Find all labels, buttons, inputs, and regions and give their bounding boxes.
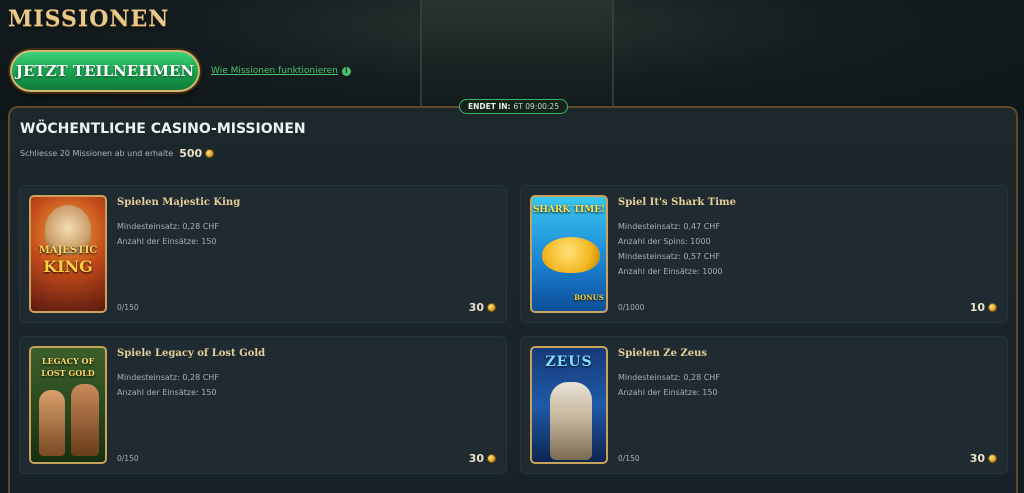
game-thumbnail-shark-time[interactable]: SHARK TIME! BONUS — [530, 195, 608, 313]
mission-progress: 0/150 — [117, 454, 139, 463]
mission-reward-value: 30 — [468, 301, 484, 314]
mission-reward-value: 30 — [468, 452, 484, 465]
coin-icon — [205, 149, 215, 158]
coin-icon — [988, 454, 997, 463]
thumb-title-line2: BONUS — [574, 293, 604, 302]
mission-card-majestic-king[interactable]: MAJESTIC KING Spielen Majestic King Mind… — [19, 185, 507, 323]
thumb-title-line1: LEGACY OF — [41, 356, 95, 366]
game-thumbnail-majestic-king[interactable]: MAJESTIC KING — [29, 195, 107, 313]
mission-requirement: Anzahl der Spins: 1000 — [618, 237, 711, 246]
how-missions-work-link[interactable]: Wie Missionen funktionieren i — [211, 66, 351, 76]
mission-title: Spiel It's Shark Time — [618, 197, 736, 208]
zeus-art — [550, 382, 592, 460]
thumb-title-line1: MAJESTIC — [38, 245, 98, 256]
coin-icon — [487, 454, 496, 463]
coin-icon — [487, 303, 496, 312]
ends-in-label: ENDET IN: — [468, 102, 511, 111]
mission-title: Spiele Legacy of Lost Gold — [117, 348, 266, 359]
game-thumbnail-legacy-of-lost-gold[interactable]: LEGACY OF LOST GOLD — [29, 346, 107, 464]
mission-requirement: Anzahl der Einsätze: 150 — [117, 237, 217, 246]
mission-reward: 30 — [469, 452, 496, 465]
mission-card-ze-zeus[interactable]: ZEUS Spielen Ze Zeus Mindesteinsatz: 0,2… — [520, 336, 1008, 474]
shark-art — [542, 237, 600, 273]
how-missions-work-label: Wie Missionen funktionieren — [211, 66, 338, 76]
mission-progress: 0/150 — [117, 303, 139, 312]
mission-title: Spielen Ze Zeus — [618, 348, 707, 359]
mission-requirement: Anzahl der Einsätze: 150 — [117, 388, 217, 397]
mission-reward: 30 — [469, 301, 496, 314]
mission-requirement: Mindesteinsatz: 0,57 CHF — [618, 252, 720, 261]
ends-in-time: 6T 09:00:25 — [513, 102, 559, 111]
game-thumbnail-ze-zeus[interactable]: ZEUS — [530, 346, 608, 464]
mission-requirement: Mindesteinsatz: 0,28 CHF — [618, 373, 720, 382]
mission-reward: 10 — [970, 301, 997, 314]
mission-requirement: Mindesteinsatz: 0,28 CHF — [117, 222, 219, 231]
mission-requirement: Anzahl der Einsätze: 150 — [618, 388, 718, 397]
section-reward: 500 — [179, 147, 215, 160]
thumb-title-line1: SHARK TIME! — [532, 205, 606, 215]
mission-requirement: Mindesteinsatz: 0,28 CHF — [117, 373, 219, 382]
mission-reward-value: 10 — [969, 301, 985, 314]
mission-progress: 0/150 — [618, 454, 640, 463]
mission-title: Spielen Majestic King — [117, 197, 241, 208]
section-subtitle: Schliesse 20 Missionen ab und erhalte 50… — [20, 147, 215, 160]
character-art — [71, 384, 99, 456]
page-title: MISSIONEN — [8, 6, 170, 32]
mission-requirement: Anzahl der Einsätze: 1000 — [618, 267, 723, 276]
character-art — [39, 390, 65, 456]
thumb-title-line1: ZEUS — [545, 354, 593, 370]
ends-in-badge: ENDET IN: 6T 09:00:25 — [459, 99, 568, 114]
info-icon: i — [341, 66, 351, 76]
mission-card-shark-time[interactable]: SHARK TIME! BONUS Spiel It's Shark Time … — [520, 185, 1008, 323]
mission-reward-value: 30 — [969, 452, 985, 465]
mission-requirement: Mindesteinsatz: 0,47 CHF — [618, 222, 720, 231]
thumb-title-line2: LOST GOLD — [41, 368, 95, 378]
coin-icon — [988, 303, 997, 312]
section-title: WÖCHENTLICHE CASINO-MISSIONEN — [20, 121, 306, 137]
mission-reward: 30 — [970, 452, 997, 465]
section-subtitle-text: Schliesse 20 Missionen ab und erhalte — [20, 149, 174, 158]
mission-progress: 0/1000 — [618, 303, 645, 312]
section-reward-value: 500 — [179, 147, 203, 160]
thumb-title-line2: KING — [43, 257, 93, 276]
join-now-button[interactable]: JETZT TEILNEHMEN — [10, 50, 200, 92]
mission-card-legacy-of-lost-gold[interactable]: LEGACY OF LOST GOLD Spiele Legacy of Los… — [19, 336, 507, 474]
